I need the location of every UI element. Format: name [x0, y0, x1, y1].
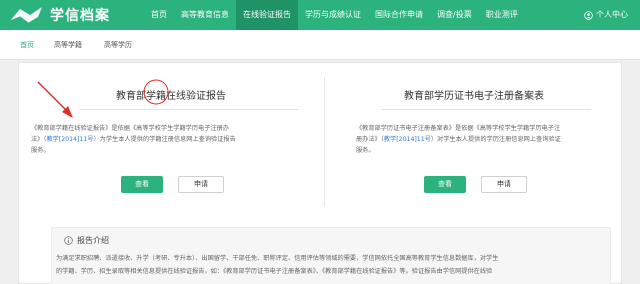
nav-degree-transcript-certification[interactable]: 学历与成绩认证	[298, 0, 368, 30]
logo-text: 学信档案	[50, 8, 110, 24]
card-desc-text: ）对学生本人提供的学历注册信息网上查询验证	[430, 136, 561, 143]
card-title-underline	[381, 109, 591, 110]
report-panel: 教育部学籍在线验证报告 《教育部学籍在线验证报告》是依据《高等学校学生学籍学历电…	[18, 62, 622, 284]
card-title-underline	[79, 109, 299, 110]
card-title-degree-record[interactable]: 教育部学历证书电子注册备案表	[404, 87, 544, 102]
top-nav-bar: 学信档案 首页 高等教育信息 在线验证报告 学历与成绩认证 国际合作申请 调查/…	[0, 0, 640, 30]
subnav-higher-degree[interactable]: 高等学历	[104, 30, 132, 60]
card-desc-text: 册办法》（	[356, 136, 384, 143]
regulation-link[interactable]: 教学[2014]11号	[46, 136, 93, 143]
card-desc-text: 法》（	[31, 136, 47, 143]
logo-book-icon	[9, 7, 42, 24]
report-intro-box: 报告介绍 为满足求职招聘、派遣接收、升学（考研、专升本）、出国留学、干部任免、职…	[51, 227, 611, 284]
card-desc-line: 《教育部学籍在线验证报告》是依据《高等学校学生学籍学历电子注册办	[31, 125, 229, 132]
subnav-higher-enrollment[interactable]: 高等学籍	[54, 30, 82, 60]
card-title-enrollment-report[interactable]: 教育部学籍在线验证报告	[116, 87, 226, 102]
view-degree-record-button[interactable]: 查看	[424, 176, 466, 193]
apply-degree-record-button[interactable]: 申请	[481, 176, 527, 193]
nav-home[interactable]: 首页	[144, 0, 174, 30]
intro-body: 为满足求职招聘、派遣接收、升学（考研、专升本）、出国留学、干部任免、职称评定、信…	[56, 252, 608, 278]
nav-higher-education-info[interactable]: 高等教育信息	[174, 0, 236, 30]
nav-survey-vote[interactable]: 调查/投票	[430, 0, 479, 30]
user-icon	[584, 10, 593, 20]
card-desc-line: 《教育部学历证书电子注册备案表》是依据《高等学校学生学籍学历电子注	[356, 125, 561, 132]
user-center-label: 个人中心	[596, 10, 628, 19]
apply-enrollment-report-button[interactable]: 申请	[178, 176, 224, 193]
card-desc-line: 册办法》（教学[2014]11号）对学生本人提供的学历注册信息网上查询验证	[356, 134, 616, 145]
subnav-home[interactable]: 首页	[20, 30, 34, 60]
intro-title: 报告介绍	[77, 236, 109, 245]
main-nav: 首页 高等教育信息 在线验证报告 学历与成绩认证 国际合作申请 调查/投票 职业…	[144, 0, 525, 30]
card-desc-text: ）为学生本人提供的学籍注册信息网上查询验证报告	[93, 136, 236, 143]
card-desc-line: 服务。	[31, 147, 50, 154]
card-desc-line: 服务。	[356, 147, 375, 154]
regulation-link[interactable]: 教学[2014]11号	[384, 136, 431, 143]
intro-line: 的学籍、学历、招生录取等相关信息提供在线验证报告，如：《教育部学历证书电子注册备…	[56, 268, 493, 275]
nav-career-assessment[interactable]: 职业测评	[479, 0, 525, 30]
sub-nav-bar: 首页 高等学籍 高等学历	[0, 30, 640, 60]
nav-online-verification-report[interactable]: 在线验证报告	[236, 0, 298, 30]
card-description-degree: 《教育部学历证书电子注册备案表》是依据《高等学校学生学籍学历电子注 册办法》（教…	[356, 123, 616, 156]
view-enrollment-report-button[interactable]: 查看	[121, 176, 163, 193]
nav-international-cooperation[interactable]: 国际合作申请	[368, 0, 430, 30]
user-center-menu[interactable]: 个人中心	[584, 0, 628, 30]
card-divider	[324, 77, 325, 207]
card-description-enrollment: 《教育部学籍在线验证报告》是依据《高等学校学生学籍学历电子注册办 法》（教学[2…	[31, 123, 316, 156]
intro-heading: 报告介绍	[64, 235, 109, 246]
card-desc-line: 法》（教学[2014]11号）为学生本人提供的学籍注册信息网上查询验证报告	[31, 134, 316, 145]
intro-line: 为满足求职招聘、派遣接收、升学（考研、专升本）、出国留学、干部任免、职称评定、信…	[56, 255, 499, 262]
info-icon	[64, 236, 73, 245]
site-logo[interactable]: 学信档案	[8, 3, 110, 27]
